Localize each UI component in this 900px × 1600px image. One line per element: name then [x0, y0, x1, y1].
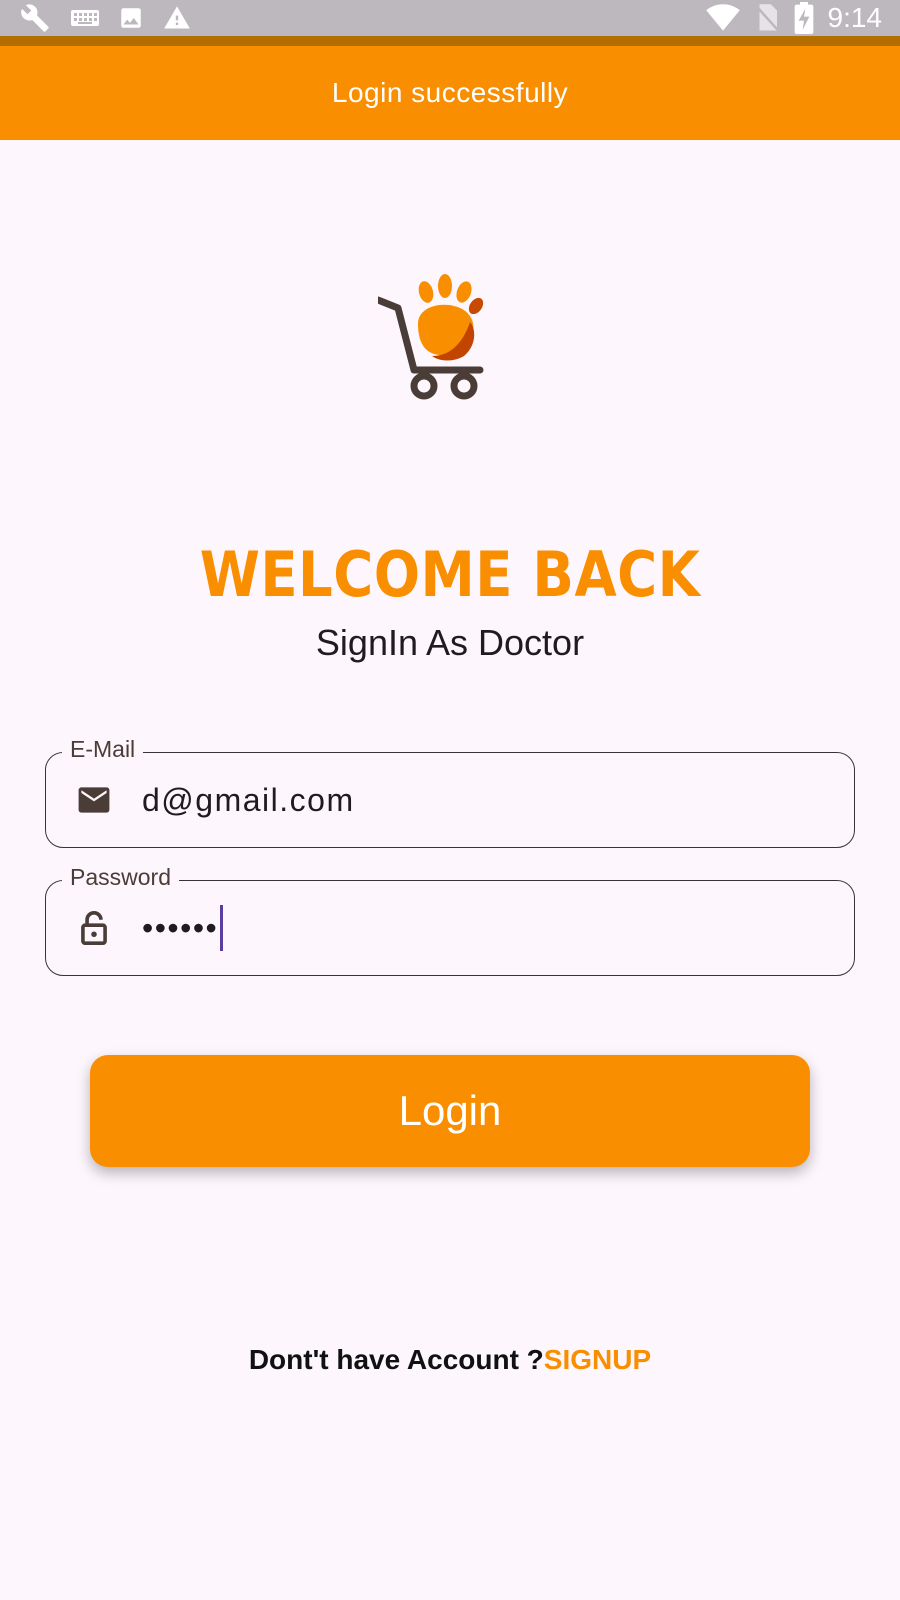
- no-sim-icon: [754, 3, 780, 33]
- keyboard-icon: [70, 7, 100, 29]
- signup-prompt-row: Dont't have Account ?SIGNUP: [0, 1344, 900, 1376]
- page-title: WELCOME BACK: [199, 538, 701, 611]
- wrench-icon: [18, 3, 52, 33]
- warning-icon: [162, 4, 192, 32]
- status-right: 9:14: [705, 2, 883, 34]
- mail-icon: [46, 786, 142, 814]
- text-cursor: [220, 905, 224, 951]
- signup-link[interactable]: SIGNUP: [544, 1344, 651, 1375]
- signup-prompt-text: Dont't have Account ?: [248, 1344, 544, 1375]
- battery-charging-icon: [794, 2, 814, 34]
- status-left-icons: [18, 3, 192, 33]
- email-field[interactable]: E-Mail d@gmail.com: [45, 736, 855, 848]
- email-field-label: E-Mail: [62, 736, 144, 763]
- login-button[interactable]: Login: [90, 1055, 810, 1167]
- email-input[interactable]: d@gmail.com: [142, 782, 355, 819]
- login-success-banner: Login successfully: [0, 36, 900, 140]
- wifi-icon: [705, 4, 740, 32]
- image-icon: [118, 5, 144, 31]
- banner-message: Login successfully: [331, 77, 569, 108]
- password-field[interactable]: Password ••••••: [45, 864, 855, 976]
- pet-shop-cart-logo: [374, 272, 490, 406]
- password-input[interactable]: ••••••: [142, 905, 224, 951]
- password-field-label: Password: [62, 864, 179, 891]
- page-subtitle: SignIn As Doctor: [315, 622, 585, 663]
- status-time: 9:14: [827, 2, 883, 33]
- lock-icon: [46, 910, 142, 946]
- status-bar: 9:14: [0, 0, 900, 36]
- password-masked-value: ••••••: [142, 909, 219, 946]
